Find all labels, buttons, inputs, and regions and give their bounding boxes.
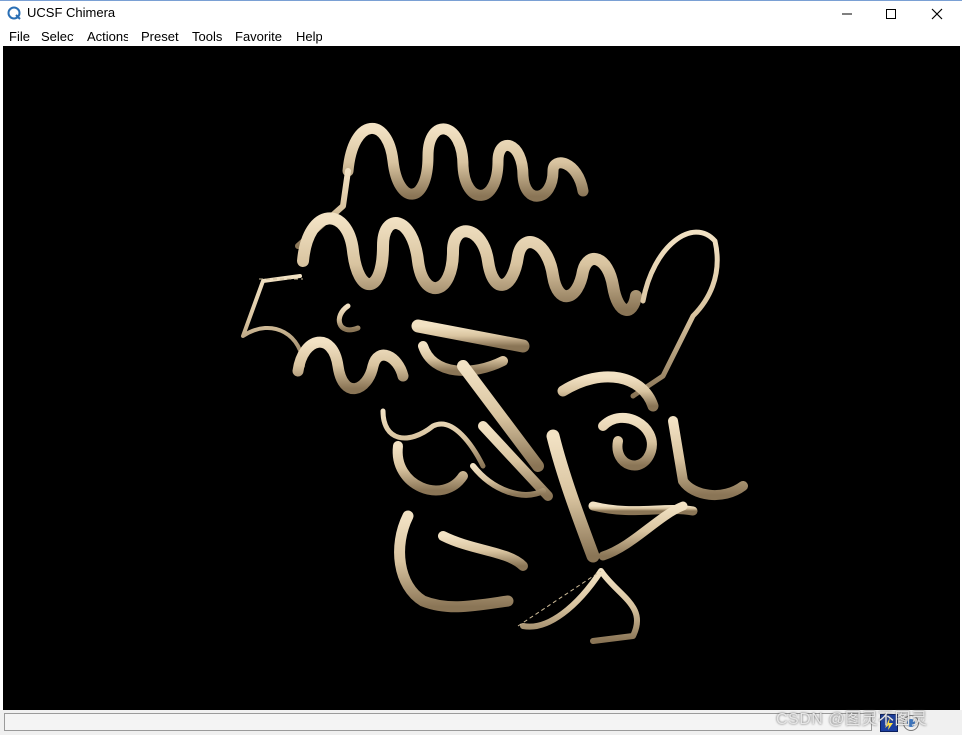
window-title: UCSF Chimera (27, 5, 116, 20)
menu-help[interactable]: Help (296, 29, 322, 44)
menu-file[interactable]: File (9, 29, 30, 44)
molecule-viewport[interactable] (3, 46, 960, 710)
protein-ribbon-model (241, 123, 748, 644)
menu-favorite[interactable]: Favorite (235, 29, 282, 44)
menu-preset[interactable]: Preset (141, 29, 179, 44)
close-icon (931, 8, 943, 19)
minimize-icon (842, 13, 852, 14)
watermark-text: CSDN @图灵不图灵 (776, 711, 928, 728)
maximize-icon (886, 8, 896, 19)
menu-select[interactable]: Select (41, 29, 74, 44)
chimera-logo-icon (7, 6, 21, 20)
menu-bar: File Select Actions Preset Tools Favorit… (0, 26, 962, 46)
title-bar: UCSF Chimera (0, 0, 962, 25)
close-button[interactable] (914, 1, 960, 26)
minimize-button[interactable] (824, 1, 870, 26)
menu-actions[interactable]: Actions (87, 29, 128, 44)
maximize-button[interactable] (868, 1, 914, 26)
menu-tools[interactable]: Tools (192, 29, 222, 44)
status-message (4, 713, 872, 731)
